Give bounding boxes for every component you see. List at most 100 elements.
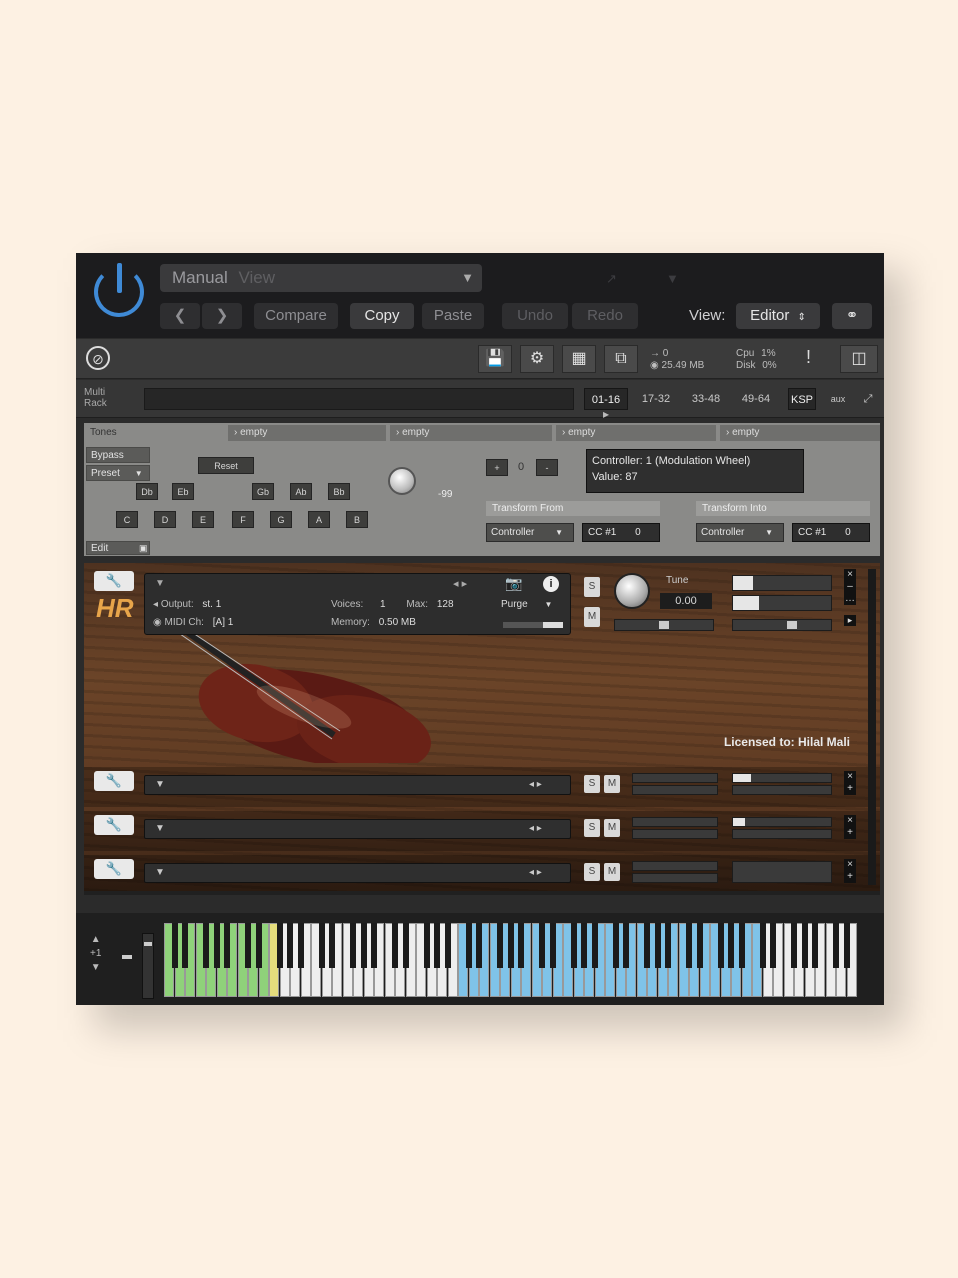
black-key[interactable] <box>801 923 808 968</box>
volume-slider[interactable] <box>732 619 832 631</box>
rack-scrollbar[interactable] <box>868 569 876 885</box>
black-key[interactable] <box>539 923 545 968</box>
black-key[interactable] <box>318 923 325 968</box>
black-key[interactable] <box>255 923 262 968</box>
key-f[interactable]: F <box>232 511 254 528</box>
script-tab-empty-4[interactable]: › empty <box>720 425 880 441</box>
tune-knob[interactable] <box>614 573 650 609</box>
transform-from-type-dropdown[interactable]: Controller ▼ <box>486 523 574 542</box>
black-key[interactable] <box>171 923 178 968</box>
pitch-wheel[interactable] <box>122 955 132 959</box>
black-key[interactable] <box>591 923 598 968</box>
empty-row-wrench-icon[interactable]: 🔧 <box>94 815 134 835</box>
page-49-64[interactable]: 49-64 <box>734 388 778 410</box>
tune-slider[interactable] <box>632 785 718 795</box>
key-g[interactable]: G <box>270 511 292 528</box>
paste-button[interactable]: Paste <box>422 303 484 329</box>
aux-button[interactable]: aux <box>824 388 852 410</box>
compare-button[interactable]: Compare <box>254 303 338 329</box>
black-key[interactable] <box>833 923 839 968</box>
next-preset-button[interactable]: ❯ <box>202 303 242 329</box>
black-key[interactable] <box>843 923 850 968</box>
close-instrument-icon[interactable]: × –… <box>844 569 856 605</box>
empty-row-name-bar[interactable]: ▼ ◂ ▸ <box>144 863 571 883</box>
key-gb[interactable]: Gb <box>252 483 274 500</box>
row-prev-next-icon[interactable]: ◂ ▸ <box>529 779 542 790</box>
black-key[interactable] <box>770 923 776 968</box>
black-key[interactable] <box>476 923 482 968</box>
black-key[interactable] <box>182 923 188 968</box>
mute-button[interactable]: M <box>604 775 620 793</box>
black-key[interactable] <box>224 923 230 968</box>
solo-button[interactable]: S <box>584 775 600 793</box>
pan-slider[interactable] <box>614 619 714 631</box>
resize-icon[interactable]: ⧉ <box>604 345 638 373</box>
black-key[interactable] <box>245 923 251 968</box>
key-e[interactable]: E <box>192 511 214 528</box>
kontakt-logo-icon[interactable]: ⊘ <box>86 346 110 370</box>
black-key[interactable] <box>570 923 577 968</box>
black-key[interactable] <box>213 923 220 968</box>
black-key[interactable] <box>402 923 409 968</box>
transform-into-type-dropdown[interactable]: Controller ▼ <box>696 523 784 542</box>
transform-from-cc-field[interactable]: CC #1 0 <box>582 523 660 542</box>
layout-icon[interactable]: ▦ <box>562 345 596 373</box>
black-key[interactable] <box>791 923 797 968</box>
close-row-icon[interactable]: × + <box>844 815 856 839</box>
copy-button[interactable]: Copy <box>350 303 414 329</box>
empty-row-wrench-icon[interactable]: 🔧 <box>94 771 134 791</box>
gear-icon[interactable]: ⚙ <box>520 345 554 373</box>
pan-slider-thumb[interactable] <box>659 621 669 629</box>
multi-rack-name-field[interactable]: ◂ ▸ <box>144 388 609 421</box>
preset-selector[interactable]: Manual View ▼ <box>160 264 482 292</box>
script-tab-empty-1[interactable]: › empty <box>228 425 386 441</box>
mod-wheel[interactable] <box>142 933 154 999</box>
black-key[interactable] <box>518 923 524 968</box>
transform-into-cc-field[interactable]: CC #1 0 <box>792 523 870 542</box>
black-key[interactable] <box>276 923 283 968</box>
script-knob[interactable] <box>388 467 416 495</box>
empty-row-name-bar[interactable]: ▼ ◂ ▸ <box>144 775 571 795</box>
black-key[interactable] <box>549 923 556 968</box>
black-key[interactable] <box>444 923 451 968</box>
empty-row-name-bar[interactable]: ▼ ◂ ▸ <box>144 819 571 839</box>
mute-button[interactable]: M <box>604 819 620 837</box>
black-key[interactable] <box>728 923 734 968</box>
tune-slider[interactable] <box>632 873 718 883</box>
octave-shift-control[interactable]: ▲ +1 ▼ <box>90 933 101 975</box>
black-key[interactable] <box>581 923 587 968</box>
purge-dropdown[interactable]: Purge ▼ <box>501 598 552 612</box>
black-key[interactable] <box>371 923 377 968</box>
mute-button[interactable]: M <box>604 863 620 881</box>
black-key[interactable] <box>623 923 629 968</box>
info-icon[interactable]: i <box>543 576 559 592</box>
black-key[interactable] <box>203 923 209 968</box>
rack-view-icon[interactable]: ◫ <box>840 345 878 373</box>
view-selector[interactable]: Editor ⇕ <box>736 303 820 329</box>
black-key[interactable] <box>297 923 304 968</box>
ksp-button[interactable]: KSP <box>788 388 816 410</box>
key-c[interactable]: C <box>116 511 138 528</box>
volume-slider[interactable] <box>732 861 832 883</box>
solo-button[interactable]: S <box>584 863 600 881</box>
black-key[interactable] <box>287 923 293 968</box>
page-01-16[interactable]: 01-16 <box>584 388 628 410</box>
solo-button[interactable]: S <box>584 577 600 597</box>
solo-button[interactable]: S <box>584 819 600 837</box>
key-b[interactable]: B <box>346 511 368 528</box>
bypass-button[interactable]: Bypass <box>86 447 150 463</box>
piano-keyboard[interactable] <box>164 913 864 1005</box>
key-bb[interactable]: Bb <box>328 483 350 500</box>
octave-minus-button[interactable]: - <box>536 459 558 476</box>
black-key[interactable] <box>696 923 703 968</box>
preset-dropdown[interactable]: Preset ▼ <box>86 465 150 481</box>
close-row-icon[interactable]: × + <box>844 771 856 795</box>
alert-icon[interactable]: ! <box>806 347 811 368</box>
volume-slider[interactable] <box>732 829 832 839</box>
volume-slider[interactable] <box>732 785 832 795</box>
expand-icon[interactable]: ⤢ <box>858 388 878 410</box>
pan-slider[interactable] <box>632 773 718 783</box>
key-db[interactable]: Db <box>136 483 158 500</box>
black-key[interactable] <box>465 923 472 968</box>
key-eb[interactable]: Eb <box>172 483 194 500</box>
